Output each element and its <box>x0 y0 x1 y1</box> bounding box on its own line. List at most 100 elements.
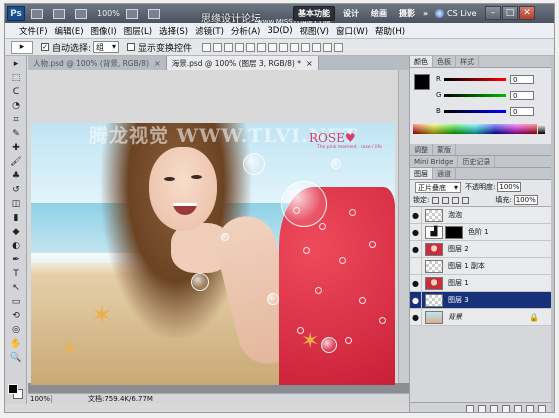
color-panel-foreground-swatch[interactable] <box>414 74 430 90</box>
history-brush-tool-icon[interactable]: ↺ <box>8 184 24 196</box>
link-layers-icon[interactable] <box>466 404 474 412</box>
new-group-icon[interactable] <box>514 404 522 412</box>
visibility-eye-icon[interactable]: ● <box>410 308 422 326</box>
layer-mask-thumbnail[interactable] <box>445 225 463 239</box>
gradient-tool-icon[interactable]: ▮ <box>8 212 24 224</box>
color-spectrum-bar[interactable] <box>413 124 537 134</box>
visibility-eye-icon[interactable]: ● <box>410 223 422 241</box>
hand-button[interactable] <box>124 7 142 21</box>
shape-tool-icon[interactable]: ▭ <box>8 296 24 308</box>
canvas-pasteboard[interactable]: ✶ ✶ ✶ 腾龙视觉 WWW.TLVI.NET ROSE♥ The pink m… <box>28 70 398 385</box>
layer-row-background[interactable]: ● 背景 🔒 <box>410 308 551 326</box>
visibility-eye-icon[interactable]: ● <box>410 291 422 309</box>
zoom-level-dropdown[interactable]: 100% <box>97 9 120 18</box>
fill-input[interactable]: 100% <box>513 195 538 205</box>
layer-row-layer-2[interactable]: ● 图层 2 <box>410 240 551 258</box>
tab-mini-bridge[interactable]: Mini Bridge <box>410 156 459 167</box>
tab-close-icon[interactable]: × <box>154 59 161 68</box>
panel-collapse-strip[interactable] <box>551 56 554 412</box>
layer-name[interactable]: 图层 2 <box>448 244 469 254</box>
visibility-eye-icon[interactable]: ● <box>410 206 422 224</box>
pen-tool-icon[interactable]: ✒ <box>8 254 24 266</box>
layer-name[interactable]: 背景 <box>448 312 462 322</box>
workspace-essentials[interactable]: 基本功能 <box>293 6 335 21</box>
canvas-image[interactable]: ✶ ✶ ✶ 腾龙视觉 WWW.TLVI.NET ROSE♥ The pink m… <box>31 123 395 385</box>
hand-tool-icon[interactable]: ✋ <box>8 338 24 350</box>
align-right-icon[interactable] <box>257 42 267 52</box>
layer-row-layer-1[interactable]: ● 图层 1 <box>410 274 551 292</box>
layer-name[interactable]: 泡泡 <box>448 210 462 220</box>
distribute-vcenter-icon[interactable] <box>279 42 289 52</box>
tab-color[interactable]: 颜色 <box>410 56 433 67</box>
tab-masks[interactable]: 蒙版 <box>433 144 456 155</box>
3d-orbit-tool-icon[interactable]: ◎ <box>8 324 24 336</box>
menu-image[interactable]: 图像(I) <box>91 25 117 37</box>
layer-style-icon[interactable] <box>478 404 486 412</box>
distribute-bottom-icon[interactable] <box>290 42 300 52</box>
auto-select-checkbox[interactable]: ✓ <box>41 43 49 51</box>
lock-position-icon[interactable] <box>452 196 460 204</box>
3d-rotate-tool-icon[interactable]: ⟲ <box>8 310 24 322</box>
stamp-tool-icon[interactable]: ♣ <box>8 170 24 182</box>
align-left-icon[interactable] <box>235 42 245 52</box>
channel-r-input[interactable]: 0 <box>510 74 534 84</box>
minimize-button[interactable]: – <box>485 6 501 20</box>
auto-select-target-dropdown[interactable]: 组 <box>93 41 120 53</box>
quick-select-tool-icon[interactable]: ◔ <box>8 100 24 112</box>
tab-close-icon[interactable]: × <box>306 59 313 68</box>
menu-file[interactable]: 文件(F) <box>19 25 48 37</box>
layer-row-bubbles[interactable]: ● 泡泡 <box>410 206 551 224</box>
menu-window[interactable]: 窗口(W) <box>336 25 368 37</box>
eyedropper-tool-icon[interactable]: ✎ <box>8 128 24 140</box>
lock-image-icon[interactable] <box>442 196 450 204</box>
tab-swatches[interactable]: 色板 <box>433 56 456 67</box>
foreground-background-colors[interactable] <box>8 384 24 400</box>
adjustment-layer-icon[interactable] <box>502 404 510 412</box>
dodge-tool-icon[interactable]: ◐ <box>8 240 24 252</box>
align-top-icon[interactable] <box>202 42 212 52</box>
new-layer-icon[interactable] <box>526 404 534 412</box>
tab-channels[interactable]: 通道 <box>433 168 456 179</box>
layer-name[interactable]: 图层 1 <box>448 278 469 288</box>
mini-bridge-button[interactable] <box>51 7 69 21</box>
path-select-tool-icon[interactable]: ↖ <box>8 282 24 294</box>
visibility-eye-icon[interactable]: ● <box>410 240 422 258</box>
move-tool-icon[interactable]: ▸ <box>8 58 24 70</box>
delete-layer-icon[interactable] <box>538 404 546 412</box>
status-doc-size[interactable]: 文档:759.4K/6.77M <box>88 394 153 404</box>
cs-live-button[interactable]: CS Live <box>435 7 477 20</box>
menu-3d[interactable]: 3D(D) <box>267 26 292 36</box>
layer-row-layer-3[interactable]: ● 图层 3 <box>410 291 551 309</box>
tab-history[interactable]: 历史记录 <box>458 156 496 167</box>
arrange-documents-button[interactable] <box>146 7 164 21</box>
workspace-painting[interactable]: 绘画 <box>367 6 391 21</box>
brush-tool-icon[interactable]: 🖌 <box>8 156 24 168</box>
lock-transparent-icon[interactable] <box>432 196 440 204</box>
menu-analysis[interactable]: 分析(A) <box>231 25 260 37</box>
align-bottom-icon[interactable] <box>224 42 234 52</box>
distribute-left-icon[interactable] <box>301 42 311 52</box>
workspace-design[interactable]: 设计 <box>339 6 363 21</box>
tab-layers[interactable]: 图层 <box>410 168 433 179</box>
distribute-hcenter-icon[interactable] <box>312 42 322 52</box>
workspace-more[interactable]: » <box>419 6 432 21</box>
lasso-tool-icon[interactable]: ᑕ <box>8 86 24 98</box>
layer-name[interactable]: 图层 3 <box>448 295 469 305</box>
channel-g-slider[interactable] <box>444 93 506 97</box>
auto-align-icon[interactable] <box>334 42 344 52</box>
channel-b-slider[interactable] <box>444 109 506 113</box>
add-mask-icon[interactable] <box>490 404 498 412</box>
show-transform-checkbox[interactable] <box>127 43 136 51</box>
channel-r-slider[interactable] <box>444 77 506 81</box>
blend-mode-dropdown[interactable]: 正片叠底 <box>415 181 461 193</box>
align-vcenter-icon[interactable] <box>213 42 223 52</box>
layer-row-layer-1-copy[interactable]: 图层 1 副本 <box>410 257 551 275</box>
align-hcenter-icon[interactable] <box>246 42 256 52</box>
channel-b-input[interactable]: 0 <box>510 106 534 116</box>
close-button[interactable]: ✕ <box>519 6 535 20</box>
menu-select[interactable]: 选择(S) <box>159 25 188 37</box>
healing-tool-icon[interactable]: ✚ <box>8 142 24 154</box>
workspace-photography[interactable]: 摄影 <box>395 6 419 21</box>
tab-adjustments[interactable]: 调整 <box>410 144 433 155</box>
view-extras-button[interactable] <box>73 7 91 21</box>
